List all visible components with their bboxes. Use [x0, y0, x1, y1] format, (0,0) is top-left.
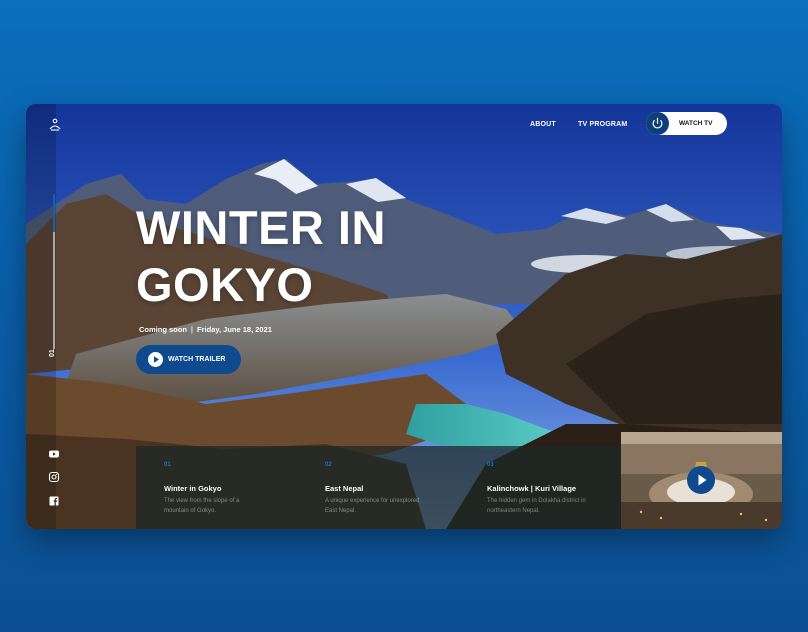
hero-card: ABOUT TV PROGRAM WATCH TV 01 WINTER IN G…	[26, 104, 782, 529]
meta-separator: |	[190, 325, 194, 334]
episode-number: 01	[164, 462, 171, 468]
facebook-icon[interactable]	[48, 495, 60, 507]
slide-number: 01	[49, 349, 56, 357]
episode-number: 03	[487, 462, 494, 468]
episodes-panel: 01 Winter in Gokyo The view from the slo…	[136, 446, 621, 529]
hero-title-line-1: WINTER IN	[136, 201, 386, 254]
slide-progress-fill	[53, 194, 55, 232]
hero-title: WINTER IN GOKYO	[136, 199, 456, 313]
play-icon	[148, 352, 163, 367]
video-thumbnail[interactable]	[621, 432, 782, 529]
episode-description: A unique experience for unexplored East …	[325, 498, 420, 514]
instagram-icon[interactable]	[48, 471, 60, 483]
hero-title-line-2: GOKYO	[136, 258, 314, 311]
play-icon	[698, 474, 707, 486]
power-icon	[646, 112, 669, 135]
episode-title: East Nepal	[325, 484, 364, 493]
youtube-icon[interactable]	[48, 448, 60, 460]
hiker-icon[interactable]	[48, 118, 62, 132]
episode-description: The view from the slope of a mountain of…	[164, 498, 240, 514]
episode-description: The hidden gem in Dolakha district in no…	[487, 498, 586, 514]
episode-title: Winter in Gokyo	[164, 484, 222, 493]
play-video-button[interactable]	[687, 466, 715, 494]
coming-soon-text: Coming soon	[139, 325, 187, 334]
nav-about-link[interactable]: ABOUT	[530, 121, 556, 128]
watch-tv-label: WATCH TV	[679, 120, 713, 127]
episode-title: Kalinchowk | Kuri Village	[487, 484, 577, 493]
release-info: Coming soon | Friday, June 18, 2021	[139, 325, 272, 334]
watch-tv-button[interactable]: WATCH TV	[646, 112, 727, 135]
watch-trailer-button[interactable]: WATCH TRAILER	[136, 345, 241, 374]
release-date: Friday, June 18, 2021	[197, 325, 272, 334]
watch-trailer-label: WATCH TRAILER	[168, 356, 226, 363]
nav-tv-program-link[interactable]: TV PROGRAM	[578, 121, 627, 128]
episode-number: 02	[325, 462, 332, 468]
